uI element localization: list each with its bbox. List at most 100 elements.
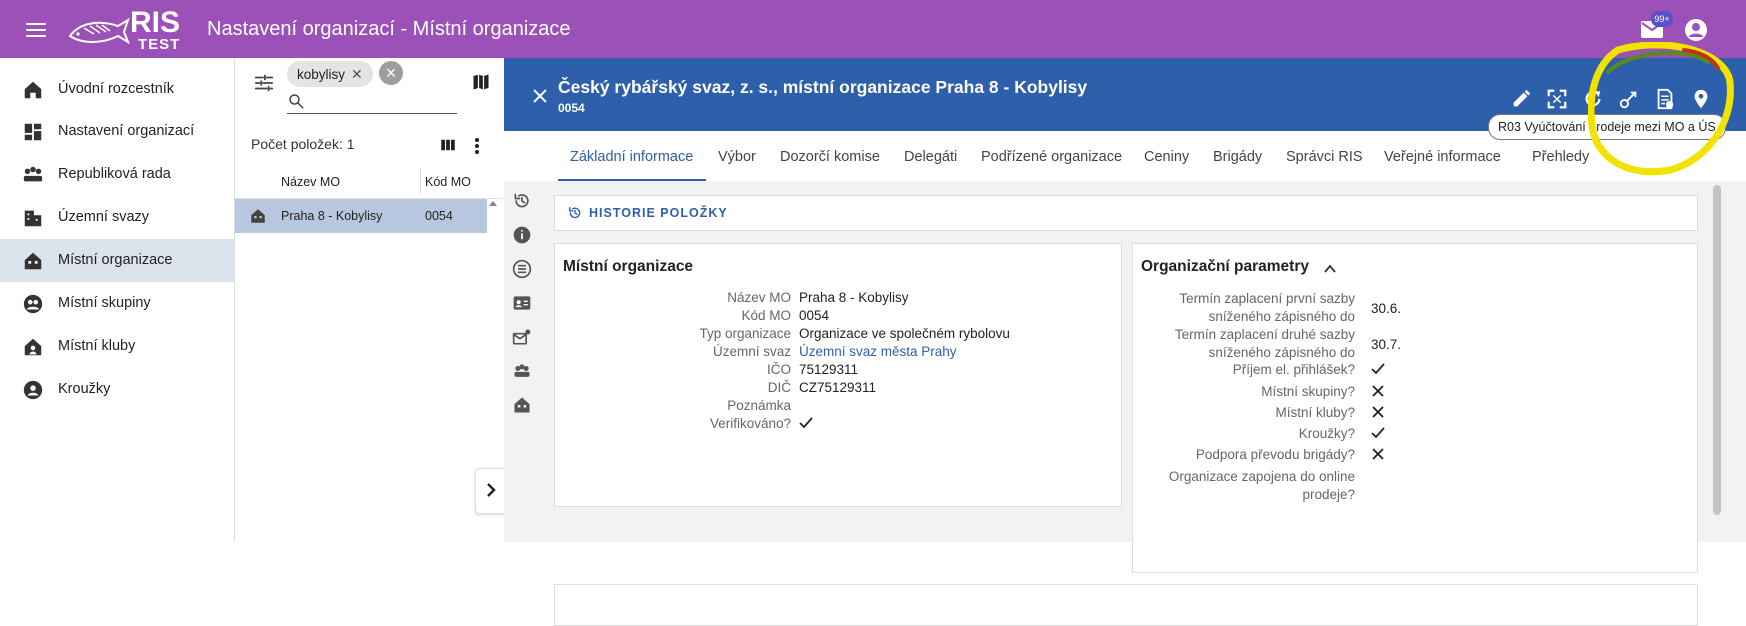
building-icon xyxy=(22,207,44,229)
table-row[interactable]: Praha 8 - Kobylisy 0054 xyxy=(235,199,487,233)
field-value: 0054 xyxy=(799,308,830,323)
fullscreen-icon[interactable] xyxy=(1546,88,1568,110)
field-label: Místní kluby? xyxy=(1275,405,1355,420)
people-icon xyxy=(22,293,44,315)
filter-chip-label: kobylisy xyxy=(297,67,346,82)
groups-icon[interactable] xyxy=(512,361,532,381)
table-header: Název MO Kód MO xyxy=(235,164,503,199)
mail-location-icon[interactable] xyxy=(512,327,532,347)
sidebar-item-krouzky[interactable]: Kroužky xyxy=(0,368,234,411)
history-button[interactable]: HISTORIE POLOŽKY xyxy=(554,195,1698,231)
field-label: Termín zaplacení druhé sazby sníženého z… xyxy=(1174,327,1355,360)
field-label: Verifikováno? xyxy=(709,416,791,431)
groups-icon xyxy=(22,164,44,186)
tab-podrizene-organizace[interactable]: Podřízené organizace xyxy=(981,149,1122,165)
edit-icon[interactable] xyxy=(1510,88,1532,110)
field-value: Organizace ve společném rybolovu xyxy=(799,326,1010,341)
menu-icon[interactable] xyxy=(24,18,48,42)
house-icon[interactable] xyxy=(512,395,532,415)
sidebar-item-republikova-rada[interactable]: Republiková rada xyxy=(0,153,234,196)
detail-subtitle: 0054 xyxy=(558,101,585,115)
tab-spravci-ris[interactable]: Správci RIS xyxy=(1286,149,1363,165)
sidebar-item-label: Kroužky xyxy=(58,381,111,397)
detail-scrollbar[interactable] xyxy=(1710,181,1724,542)
chevron-right-icon xyxy=(487,483,496,497)
check-icon xyxy=(1371,426,1385,440)
page-title: Nastavení organizací - Místní organizace xyxy=(207,18,571,40)
top-bar: RIS TEST Nastavení organizací - Místní o… xyxy=(0,0,1746,58)
logo[interactable]: RIS TEST xyxy=(66,6,196,54)
tab-prehledy[interactable]: Přehledy xyxy=(1532,149,1589,165)
search-input[interactable] xyxy=(287,90,457,114)
club-icon xyxy=(22,336,44,358)
card-title: Místní organizace xyxy=(563,258,694,275)
tab-delegati[interactable]: Delegáti xyxy=(904,149,957,165)
info-icon[interactable] xyxy=(512,225,532,245)
field-label: Termín zaplacení první sazby sníženého z… xyxy=(1179,291,1355,324)
filter-icon[interactable] xyxy=(253,72,275,94)
close-icon[interactable] xyxy=(532,88,548,104)
logo-text: RIS xyxy=(130,6,181,39)
uzemni-svaz-link[interactable]: Územní svaz města Prahy xyxy=(799,344,957,359)
history-icon[interactable] xyxy=(512,191,532,211)
tab-vybor[interactable]: Výbor xyxy=(718,149,756,165)
sidebar-item-mistni-organizace[interactable]: Místní organizace xyxy=(0,239,234,282)
column-divider xyxy=(420,168,421,194)
history-icon xyxy=(567,205,583,221)
sidebar-item-uvodni-rozcestnik[interactable]: Úvodní rozcestník xyxy=(0,68,234,111)
field-value: 30.6. xyxy=(1371,301,1402,316)
dashboard-icon xyxy=(22,121,44,143)
scrollbar-thumb[interactable] xyxy=(1713,185,1721,515)
check-icon xyxy=(799,416,813,430)
column-header-kod[interactable]: Kód MO xyxy=(425,175,471,189)
field-label: Název MO xyxy=(727,290,791,305)
map-icon[interactable] xyxy=(471,72,491,92)
sidebar-item-mistni-skupiny[interactable]: Místní skupiny xyxy=(0,282,234,325)
circle-person-icon xyxy=(22,379,44,401)
field-label: Podpora převodu brigády? xyxy=(1195,447,1355,462)
sidebar: Úvodní rozcestník Nastavení organizací R… xyxy=(0,58,235,542)
cell-code: 0054 xyxy=(425,209,453,223)
notification-badge: 99+ xyxy=(1651,11,1673,27)
scroll-up-icon[interactable] xyxy=(489,201,497,206)
field-label: Územní svaz xyxy=(712,344,791,359)
check-icon xyxy=(1371,362,1385,376)
tab-zakladni-informace[interactable]: Základní informace xyxy=(570,149,693,165)
sidebar-item-uzemni-svazy[interactable]: Územní svazy xyxy=(0,196,234,239)
more-vert-icon[interactable] xyxy=(473,136,481,156)
cross-icon xyxy=(1371,384,1385,398)
tab-verejne-informace[interactable]: Veřejné informace xyxy=(1384,149,1501,165)
contact-card-icon[interactable] xyxy=(512,293,532,313)
active-tab-indicator xyxy=(558,179,706,181)
next-section-card xyxy=(554,584,1698,626)
field-label: Organizace zapojena do online prodeje? xyxy=(1168,469,1355,502)
sidebar-item-label: Územní svazy xyxy=(58,209,150,225)
home-icon xyxy=(22,79,44,101)
tab-dozorci-komise[interactable]: Dozorčí komise xyxy=(780,149,880,165)
tab-ceniny[interactable]: Ceniny xyxy=(1144,149,1189,165)
detail-title: Český rybářský svaz, z. s., místní organ… xyxy=(558,77,1088,97)
tab-brigady[interactable]: Brigády xyxy=(1213,149,1262,165)
sidebar-item-label: Místní kluby xyxy=(58,338,136,354)
list-scrollbar[interactable] xyxy=(487,199,501,409)
field-value: 75129311 xyxy=(799,362,859,377)
list-icon[interactable] xyxy=(512,259,532,279)
sidebar-item-label: Místní organizace xyxy=(58,252,173,268)
sidebar-item-label: Nastavení organizací xyxy=(58,123,195,139)
filter-chip[interactable]: kobylisy ✕ xyxy=(287,61,373,87)
sidebar-item-nastaveni-organizaci[interactable]: Nastavení organizací xyxy=(0,110,234,153)
highlight-annotation xyxy=(1588,42,1734,176)
columns-icon[interactable] xyxy=(439,136,457,154)
chip-remove-icon[interactable]: ✕ xyxy=(351,66,363,82)
sidebar-item-mistni-kluby[interactable]: Místní kluby xyxy=(0,325,234,368)
expand-panel-button[interactable] xyxy=(475,468,507,514)
column-header-nazev[interactable]: Název MO xyxy=(281,175,340,189)
sidebar-item-label: Úvodní rozcestník xyxy=(58,81,175,97)
account-icon[interactable] xyxy=(1684,18,1708,42)
sidebar-item-label: Místní skupiny xyxy=(58,295,151,311)
fish-logo-icon xyxy=(68,17,130,45)
field-label: Typ organizace xyxy=(699,326,791,341)
chevron-up-icon[interactable] xyxy=(1323,262,1337,276)
clear-filter-button[interactable]: × xyxy=(379,61,403,85)
field-label: Poznámka xyxy=(727,398,791,413)
